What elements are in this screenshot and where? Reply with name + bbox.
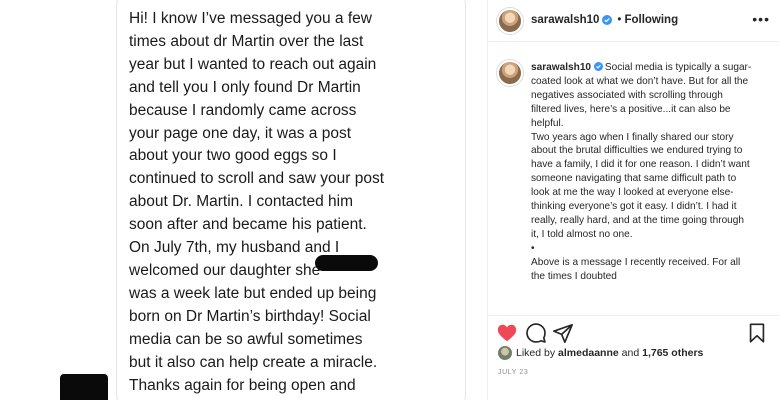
likes-prefix: Liked by [516,347,556,359]
header-user: sarawalsh10 • Following [531,14,678,26]
redaction-corner [60,374,108,400]
more-horizontal-icon[interactable]: ••• [752,12,770,26]
post-image: Hi! I know I’ve messaged you a few times… [0,0,487,400]
heart-filled-icon[interactable] [496,322,518,344]
post-header: sarawalsh10 • Following ••• [488,0,780,42]
likes-connector: and [621,347,640,359]
verified-badge-icon [602,15,613,25]
following-button[interactable]: Following [624,14,678,26]
comment-icon[interactable] [525,322,547,344]
post-sidebar: sarawalsh10 • Following ••• sarawalsh10 … [488,0,780,400]
likes-text: Liked by almedaanne and 1,765 others [516,347,703,359]
avatar[interactable] [497,8,523,34]
follow-separator: • [617,14,622,26]
likes-count[interactable]: 1,765 others [642,347,703,359]
message-text: Hi! I know I’ve messaged you a few times… [129,10,385,400]
post-date[interactable]: JULY 23 [498,369,528,376]
caption-area: sarawalsh10 Social media is typically a … [488,43,780,315]
caption: sarawalsh10 Social media is typically a … [531,61,753,284]
liker-username[interactable]: almedaanne [558,347,619,359]
header-username[interactable]: sarawalsh10 [531,14,599,26]
caption-body: Social media is typically a sugar-coated… [531,62,752,282]
bookmark-icon[interactable] [746,322,768,344]
verified-badge-icon [593,62,603,71]
caption-username[interactable]: sarawalsh10 [531,62,591,73]
redaction-bar [315,255,378,271]
likes-row: Liked by almedaanne and 1,765 others [498,346,703,360]
share-icon[interactable] [552,322,574,344]
caption-avatar[interactable] [497,60,523,86]
liker-avatar[interactable] [498,346,512,360]
